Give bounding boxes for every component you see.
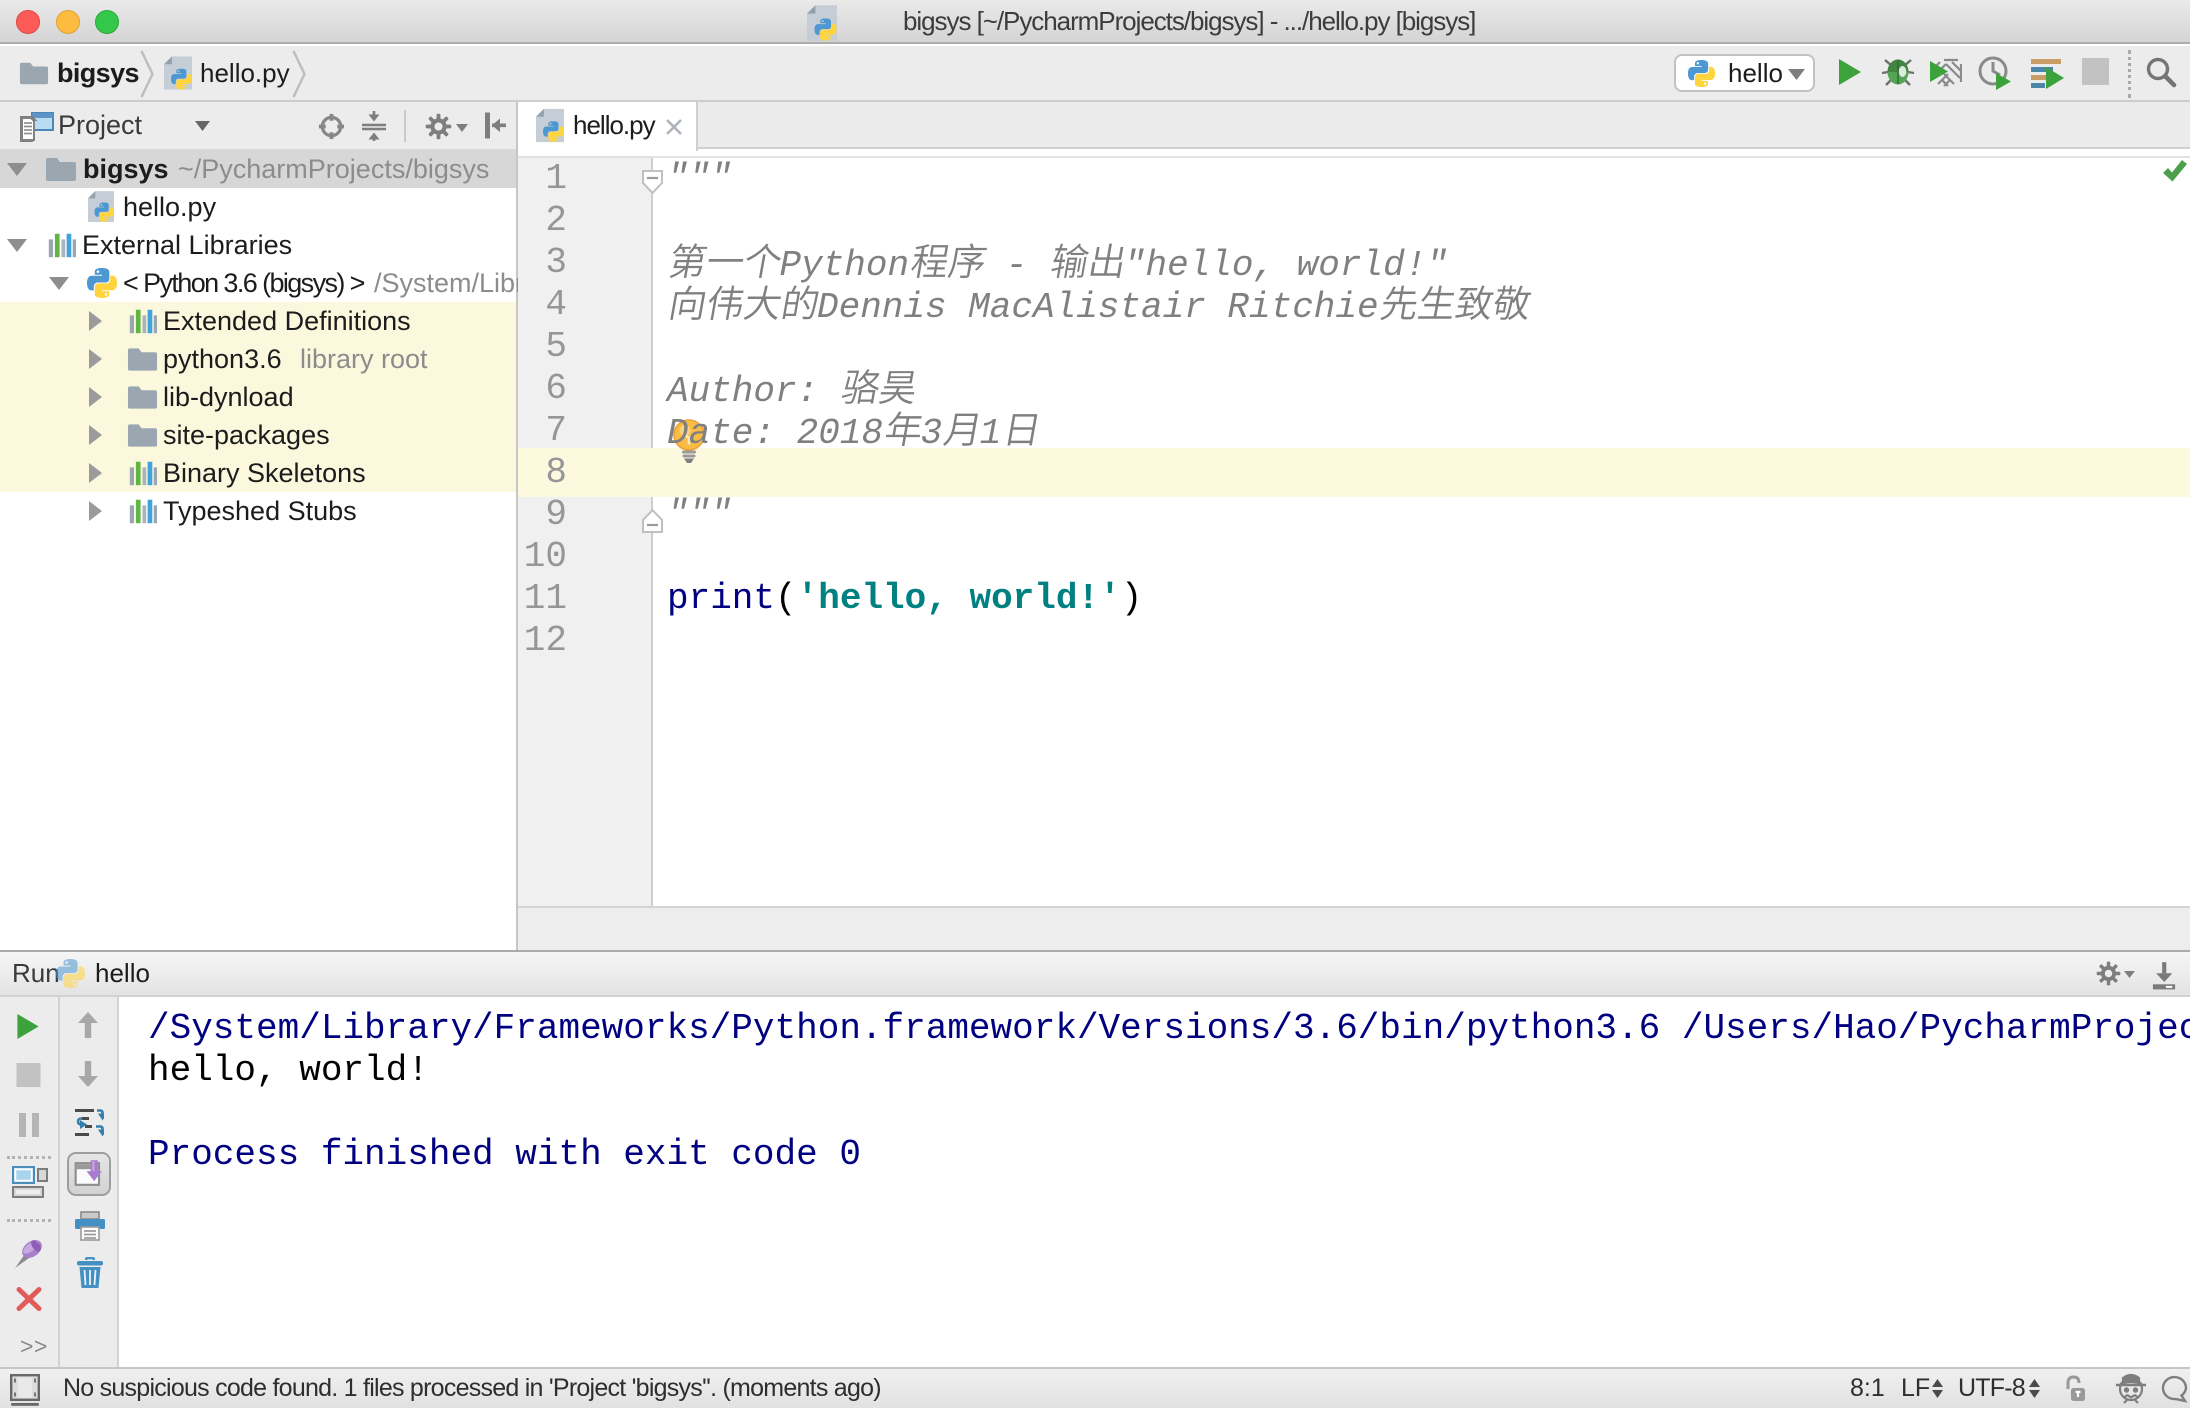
svg-text:1: 1 <box>980 413 1002 454</box>
svg-text:"hello, world!": "hello, world!" <box>1124 245 1448 286</box>
svg-text:Date: 2018: Date: 2018 <box>667 413 883 454</box>
svg-text:3: 3 <box>921 413 943 454</box>
svg-text:Author:: Author: <box>665 371 840 412</box>
svg-text:Python: Python <box>780 245 910 286</box>
svg-text:-: - <box>984 245 1049 286</box>
svg-text:Dennis MacAlistair Ritchie: Dennis MacAlistair Ritchie <box>817 287 1379 328</box>
